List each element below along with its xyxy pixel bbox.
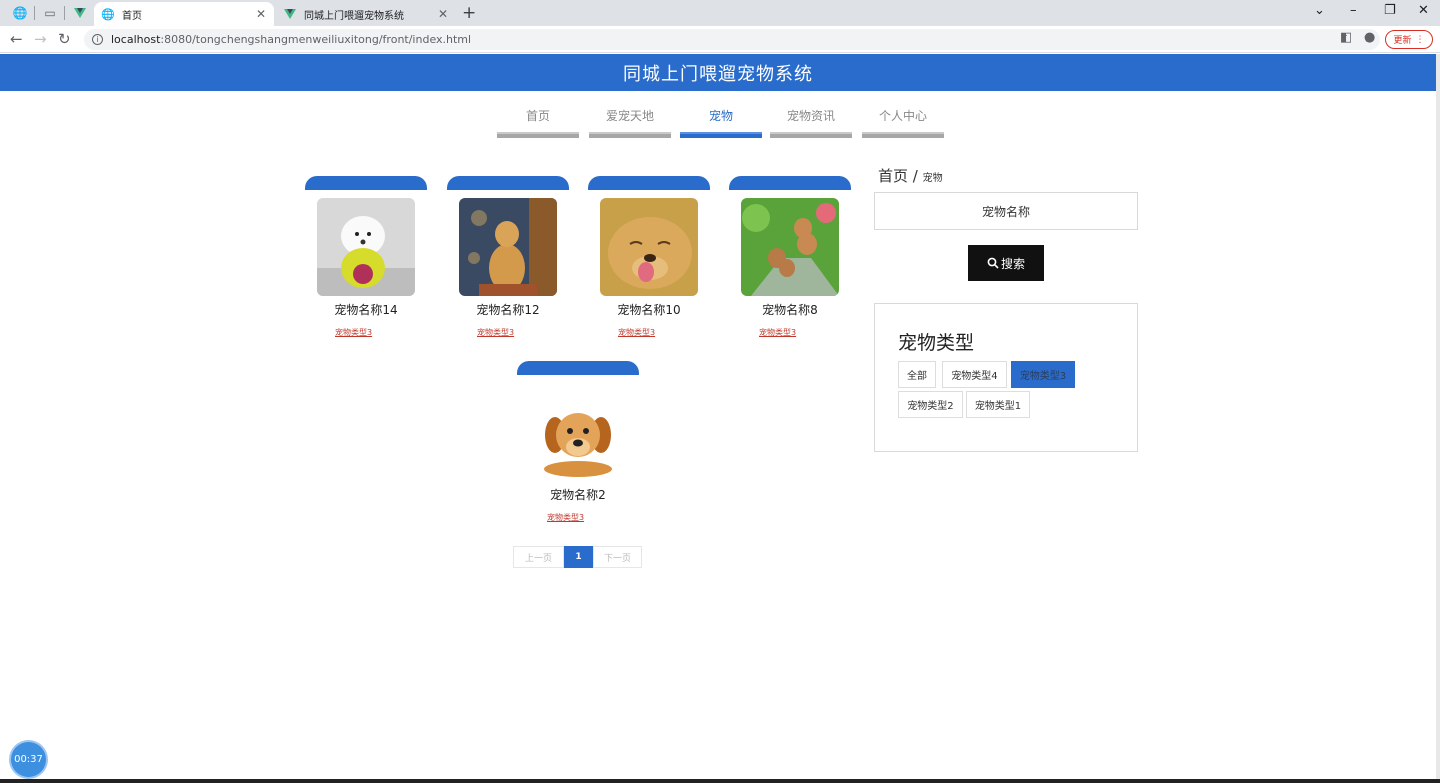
- site-info-icon[interactable]: i: [92, 34, 103, 45]
- site-title: 同城上门喂遛宠物系统: [623, 63, 813, 85]
- menu-item-bar: [497, 132, 579, 138]
- forward-icon[interactable]: →: [34, 30, 47, 48]
- card-cap: [588, 176, 710, 190]
- menu-item-home[interactable]: 首页: [497, 104, 579, 138]
- next-page-button[interactable]: 下一页: [593, 546, 642, 568]
- type-tag-all[interactable]: 全部: [898, 361, 936, 388]
- pet-image-white-poodle[interactable]: [317, 198, 415, 296]
- profile-icon[interactable]: ●: [1364, 30, 1375, 45]
- menu-item-label: 宠物资讯: [786, 109, 835, 123]
- breadcrumb: 首页 / 宠物: [878, 165, 943, 186]
- search-button[interactable]: 搜索: [968, 245, 1044, 281]
- pet-card[interactable]: 宠物名称2 宠物类型3: [517, 361, 639, 523]
- menu-item-label: 个人中心: [878, 109, 927, 123]
- pet-name[interactable]: 宠物名称14: [305, 301, 427, 318]
- pet-card[interactable]: 宠物名称12 宠物类型3: [447, 176, 569, 338]
- pet-name[interactable]: 宠物名称12: [447, 301, 569, 318]
- pet-image-golden-puppy[interactable]: [529, 383, 627, 481]
- tab-search-icon[interactable]: ⌄: [1314, 3, 1325, 18]
- address-bar: ← → ↻ i localhost:8080/tongchengshangmen…: [0, 26, 1440, 53]
- pet-type-link[interactable]: 宠物类型3: [618, 327, 655, 338]
- update-label: 更新: [1393, 36, 1412, 46]
- menu-item-label: 宠物: [708, 109, 733, 123]
- menu-item-bar: [770, 132, 852, 138]
- tab-separator: [34, 6, 35, 20]
- type-tag[interactable]: 宠物类型4: [942, 361, 1007, 388]
- new-tab-icon[interactable]: +: [462, 3, 476, 23]
- pet-card[interactable]: 宠物名称10 宠物类型3: [588, 176, 710, 338]
- menu-item-bar: [589, 132, 671, 138]
- restore-icon[interactable]: ❐: [1384, 3, 1396, 18]
- browser-tab-title: 同城上门喂遛宠物系统: [304, 10, 404, 22]
- tab-separator: [64, 6, 65, 20]
- back-icon[interactable]: ←: [10, 30, 23, 48]
- pet-name[interactable]: 宠物名称10: [588, 301, 710, 318]
- menu-item-bar: [680, 132, 762, 138]
- more-icon: ⋮: [1415, 34, 1425, 45]
- page-number-button[interactable]: 1: [564, 546, 593, 568]
- menu-item-pets[interactable]: 宠物: [680, 104, 762, 138]
- vue-tab-icon[interactable]: [68, 4, 92, 22]
- site-header: 同城上门喂遛宠物系统: [0, 54, 1436, 91]
- browser-tab-active[interactable]: 🌐 首页 ✕: [94, 2, 274, 26]
- side-panel-icon[interactable]: ◧: [1340, 30, 1352, 45]
- blank-tab-icon[interactable]: ▭: [38, 4, 62, 22]
- search-button-label: 搜索: [1000, 256, 1025, 271]
- type-tag-active[interactable]: 宠物类型3: [1011, 361, 1075, 388]
- browser-update-button[interactable]: 更新 ⋮: [1385, 30, 1433, 49]
- card-cap: [447, 176, 569, 190]
- pet-type-panel: 宠物类型 全部 宠物类型4 宠物类型3 宠物类型2 宠物类型1: [874, 303, 1138, 452]
- taskbar-edge: [0, 779, 1440, 783]
- breadcrumb-current: 宠物: [922, 173, 943, 184]
- pet-image-golden-retriever-face[interactable]: [600, 198, 698, 296]
- type-tag[interactable]: 宠物类型2: [898, 391, 963, 418]
- card-cap: [729, 176, 851, 190]
- pet-type-link[interactable]: 宠物类型3: [547, 512, 584, 523]
- menu-item-pet-world[interactable]: 爱宠天地: [589, 104, 671, 138]
- menu-item-label: 爱宠天地: [605, 109, 654, 123]
- breadcrumb-home[interactable]: 首页: [878, 167, 908, 185]
- pet-type-link[interactable]: 宠物类型3: [477, 327, 514, 338]
- menu-item-pet-news[interactable]: 宠物资讯: [770, 104, 852, 138]
- browser-tab[interactable]: 同城上门喂遛宠物系统 ✕: [276, 2, 456, 26]
- pet-type-link[interactable]: 宠物类型3: [335, 327, 372, 338]
- url-field[interactable]: i localhost:8080/tongchengshangmenweiliu…: [84, 29, 1380, 50]
- close-icon[interactable]: ✕: [438, 7, 448, 21]
- search-placeholder: 宠物名称: [981, 204, 1030, 219]
- pet-name-search-input[interactable]: 宠物名称: [874, 192, 1138, 230]
- reload-icon[interactable]: ↻: [58, 30, 71, 48]
- pet-image-golden-retriever-sitting[interactable]: [459, 198, 557, 296]
- minimize-icon[interactable]: –: [1350, 3, 1357, 18]
- url-path: :8080/tongchengshangmenweiliuxitong/fron…: [160, 33, 472, 46]
- pet-name[interactable]: 宠物名称8: [729, 301, 851, 318]
- search-icon: [987, 257, 999, 269]
- vue-icon: [284, 8, 296, 20]
- url-host: localhost: [111, 33, 161, 46]
- globe-icon[interactable]: 🌐: [8, 4, 32, 22]
- pagination: 上一页 1 下一页: [513, 546, 642, 568]
- card-cap: [305, 176, 427, 190]
- timer-text: 00:37: [14, 754, 43, 765]
- pet-type-title: 宠物类型: [898, 332, 975, 354]
- breadcrumb-separator: /: [912, 167, 918, 185]
- pet-name[interactable]: 宠物名称2: [517, 486, 639, 503]
- menu-item-bar: [862, 132, 944, 138]
- browser-tab-title: 首页: [122, 10, 142, 22]
- prev-page-button[interactable]: 上一页: [513, 546, 564, 568]
- pet-type-link[interactable]: 宠物类型3: [759, 327, 796, 338]
- card-cap: [517, 361, 639, 375]
- scrollbar[interactable]: [1436, 54, 1440, 783]
- pet-card[interactable]: 宠物名称14 宠物类型3: [305, 176, 427, 338]
- browser-tab-bar: 🌐 ▭ 🌐 首页 ✕ 同城上门喂遛宠物系统 ✕ + ⌄ – ❐ ✕: [0, 0, 1440, 26]
- menu-item-personal-center[interactable]: 个人中心: [862, 104, 944, 138]
- pet-image-poodles-in-garden[interactable]: [741, 198, 839, 296]
- window-close-icon[interactable]: ✕: [1418, 3, 1429, 18]
- main-menu: 首页 爱宠天地 宠物 宠物资讯 个人中心: [0, 104, 1440, 140]
- globe-icon: 🌐: [101, 7, 115, 21]
- recording-timer[interactable]: 00:37: [11, 742, 46, 777]
- close-icon[interactable]: ✕: [256, 7, 266, 21]
- type-tag[interactable]: 宠物类型1: [966, 391, 1030, 418]
- pet-card[interactable]: 宠物名称8 宠物类型3: [729, 176, 851, 338]
- menu-item-label: 首页: [525, 109, 550, 123]
